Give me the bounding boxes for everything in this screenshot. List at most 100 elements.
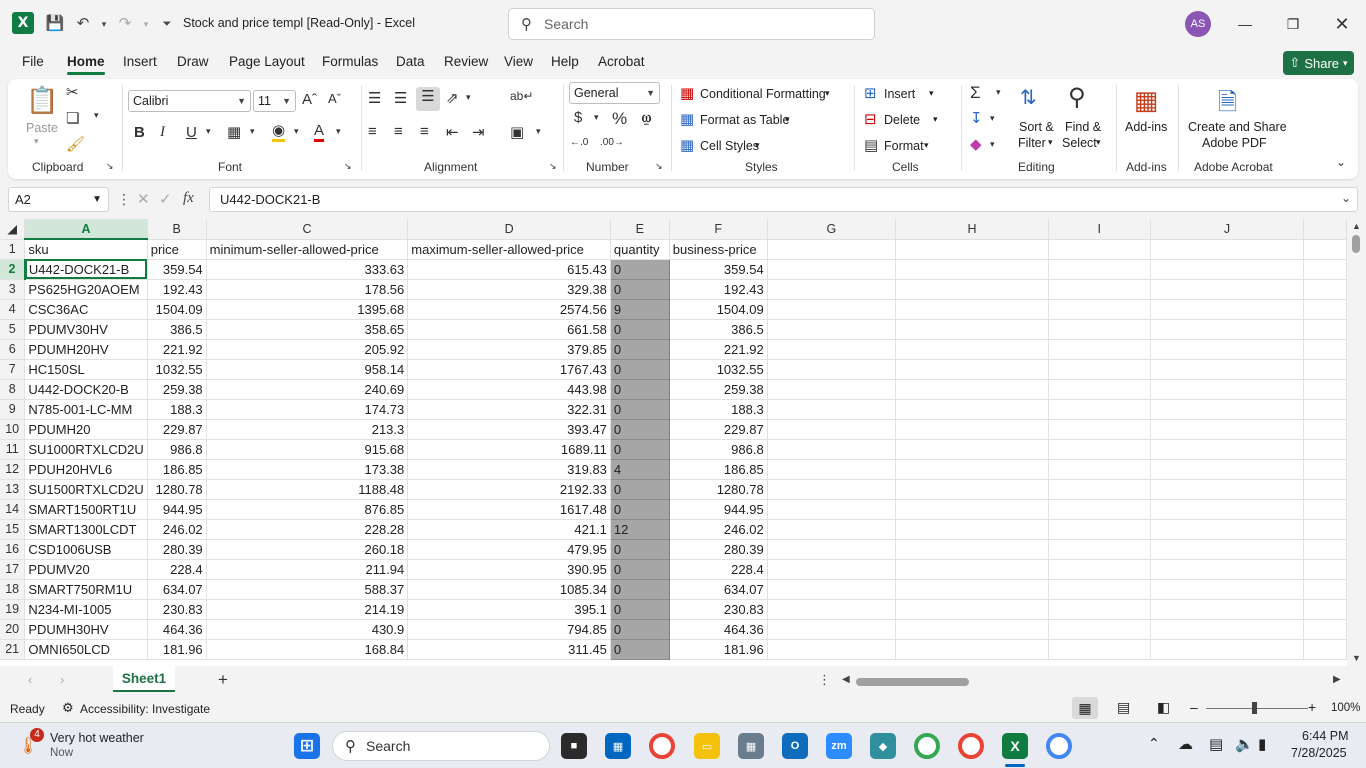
page-layout-view-icon[interactable]: ▤ <box>1117 699 1130 716</box>
cell[interactable]: 181.96 <box>147 639 207 660</box>
cell[interactable]: 661.58 <box>407 319 611 340</box>
cell[interactable]: 944.95 <box>669 499 768 520</box>
cell[interactable]: 876.85 <box>206 499 409 520</box>
store-icon[interactable]: ▦ <box>605 733 631 759</box>
cell[interactable]: 1617.48 <box>407 499 611 520</box>
cell[interactable]: 634.07 <box>147 579 207 600</box>
cell[interactable]: U442-DOCK20-B <box>24 379 148 400</box>
cell[interactable]: 12 <box>610 519 670 540</box>
cell[interactable]: 1280.78 <box>147 479 207 500</box>
cell[interactable]: 228.28 <box>206 519 409 540</box>
cell[interactable]: minimum-seller-allowed-price <box>206 239 409 260</box>
cell[interactable]: 421.1 <box>407 519 611 540</box>
cell[interactable]: 211.94 <box>206 559 409 580</box>
cell[interactable]: 181.96 <box>669 639 768 660</box>
close-button[interactable]: ✕ <box>1319 8 1365 40</box>
align-top-icon[interactable]: ☰ <box>368 89 381 107</box>
cell[interactable] <box>1303 399 1347 420</box>
cell[interactable]: N785-001-LC-MM <box>24 399 148 420</box>
horizontal-scroll-thumb[interactable] <box>856 678 969 686</box>
cell[interactable] <box>1303 359 1347 380</box>
cell[interactable]: 0 <box>610 259 670 280</box>
cell[interactable]: 188.3 <box>147 399 207 420</box>
cell[interactable]: 168.84 <box>206 639 409 660</box>
cell[interactable]: 333.63 <box>206 259 409 280</box>
font-color-icon[interactable]: A <box>314 122 325 142</box>
cell[interactable] <box>1048 519 1151 540</box>
column-header-j[interactable]: J <box>1150 219 1305 240</box>
borders-dropdown-icon[interactable]: ▾ <box>250 126 255 137</box>
orientation-dropdown-icon[interactable]: ▾ <box>466 92 471 103</box>
add-ins-icon[interactable]: ▦ <box>1130 85 1162 115</box>
cell[interactable] <box>1303 559 1347 580</box>
cell[interactable] <box>767 639 897 660</box>
tab-formulas[interactable]: Formulas <box>322 54 378 69</box>
cell[interactable] <box>1150 519 1305 540</box>
paste-label[interactable]: Paste <box>26 121 58 135</box>
cell[interactable] <box>1303 479 1347 500</box>
cell[interactable]: 174.73 <box>206 399 409 420</box>
cell[interactable]: 0 <box>610 379 670 400</box>
cell[interactable] <box>895 499 1049 520</box>
cell[interactable]: 1032.55 <box>669 359 768 380</box>
cell[interactable]: 214.19 <box>206 599 409 620</box>
cell[interactable]: 986.8 <box>669 439 768 460</box>
cell[interactable]: U442-DOCK21-B <box>24 259 148 280</box>
cell[interactable]: 0 <box>610 499 670 520</box>
chevron-down-icon[interactable]: ▾ <box>1048 137 1053 148</box>
find-select-label-1[interactable]: Find & <box>1065 120 1101 134</box>
column-header-c[interactable]: C <box>206 219 409 240</box>
network-icon[interactable]: ▤ <box>1209 735 1223 753</box>
cell[interactable]: SMART1300LCDT <box>24 519 148 540</box>
cell[interactable]: 1504.09 <box>669 299 768 320</box>
fill-color-dropdown-icon[interactable]: ▾ <box>294 126 299 137</box>
cell[interactable] <box>1303 599 1347 620</box>
cell[interactable] <box>1303 499 1347 520</box>
cell[interactable]: 319.83 <box>407 459 611 480</box>
cell[interactable]: 329.38 <box>407 279 611 300</box>
column-header-h[interactable]: H <box>895 219 1049 240</box>
cell[interactable]: 0 <box>610 559 670 580</box>
cell[interactable]: 464.36 <box>669 619 768 640</box>
file-explorer-icon[interactable]: ▭ <box>694 733 720 759</box>
copy-icon[interactable]: ❏ <box>66 109 79 127</box>
redo-icon[interactable]: ↷ <box>114 8 136 40</box>
cell[interactable]: quantity <box>610 239 670 260</box>
row-header[interactable]: 3 <box>0 279 26 300</box>
cell[interactable]: 186.85 <box>147 459 207 480</box>
zoom-out-icon[interactable]: – <box>1190 699 1198 715</box>
fill-color-icon[interactable]: ◉ <box>272 122 286 142</box>
row-header[interactable]: 15 <box>0 519 26 540</box>
cell[interactable] <box>895 439 1049 460</box>
cell[interactable]: 443.98 <box>407 379 611 400</box>
paste-icon[interactable]: 📋 <box>26 85 58 116</box>
cell[interactable] <box>1150 339 1305 360</box>
autosum-icon[interactable]: Σ <box>970 83 981 103</box>
cell[interactable] <box>895 239 1049 260</box>
cell[interactable]: 0 <box>610 399 670 420</box>
cell[interactable]: 280.39 <box>669 539 768 560</box>
sort-filter-icon[interactable]: ⇅ <box>1020 85 1037 110</box>
cell[interactable]: 915.68 <box>206 439 409 460</box>
cell[interactable]: 192.43 <box>147 279 207 300</box>
cell[interactable] <box>1048 399 1151 420</box>
accessibility-icon[interactable]: ⚙ <box>62 700 74 716</box>
excel-taskbar-icon[interactable]: X <box>1002 733 1028 759</box>
chevron-down-icon[interactable]: ▾ <box>933 114 938 125</box>
cell[interactable]: 379.85 <box>407 339 611 360</box>
chrome-icon[interactable] <box>649 733 675 759</box>
cell[interactable]: 221.92 <box>147 339 207 360</box>
cell[interactable]: N234-MI-1005 <box>24 599 148 620</box>
tray-app-icon[interactable]: ☁ <box>1178 735 1193 753</box>
cell[interactable]: price <box>147 239 207 260</box>
clock-date[interactable]: 7/28/2025 <box>1291 746 1347 760</box>
cell[interactable]: 221.92 <box>669 339 768 360</box>
cell[interactable]: 0 <box>610 639 670 660</box>
tab-acrobat[interactable]: Acrobat <box>598 54 645 69</box>
cell[interactable]: 0 <box>610 619 670 640</box>
cell[interactable]: 794.85 <box>407 619 611 640</box>
select-all-corner[interactable]: ◢ <box>0 219 26 240</box>
cell[interactable]: sku <box>24 239 148 260</box>
conditional-formatting-button[interactable]: Conditional Formatting <box>700 87 826 101</box>
cell[interactable] <box>1303 519 1347 540</box>
